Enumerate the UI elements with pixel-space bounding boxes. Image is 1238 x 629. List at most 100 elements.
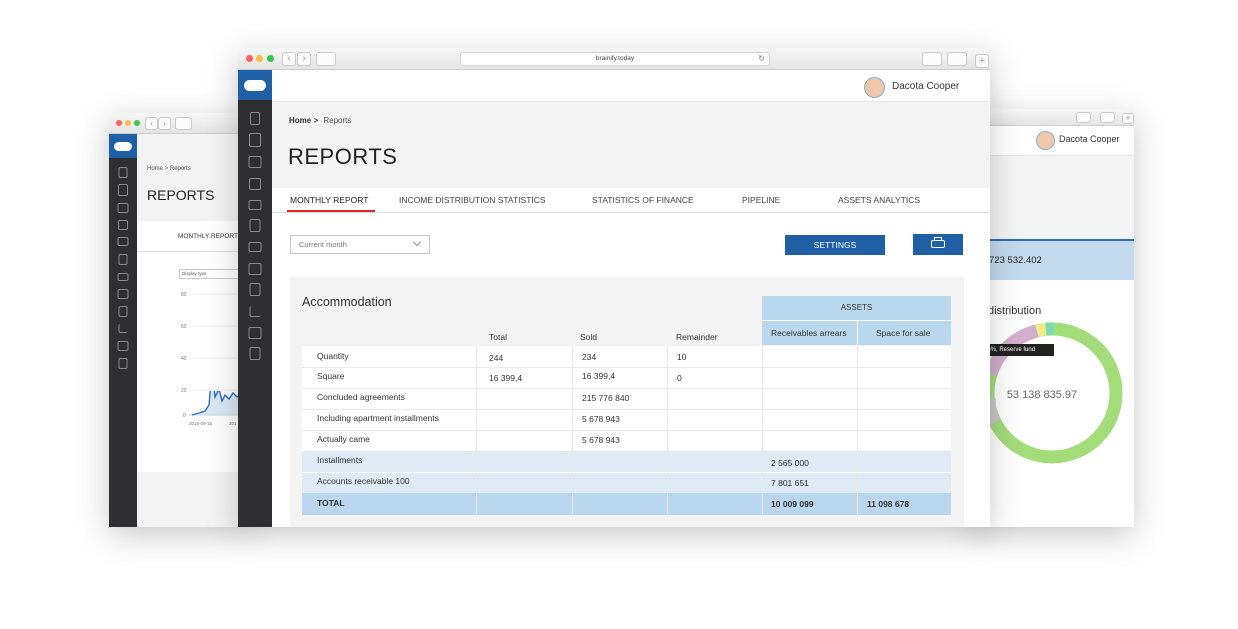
warehouse-icon[interactable]	[117, 341, 129, 351]
breadcrumb: Home > Reports	[147, 166, 191, 172]
main-content: Home > Reports REPORTS MONTHLY REPORT IN…	[272, 102, 990, 527]
cloud-logo-icon	[114, 142, 132, 151]
column-header-remainder: Remainder	[676, 332, 718, 342]
minimize-dot-icon[interactable]	[256, 55, 263, 62]
bank-icon[interactable]	[117, 289, 129, 299]
house-icon[interactable]	[118, 220, 128, 230]
settings-button-label: SETTINGS	[813, 240, 857, 250]
maximize-dot-icon[interactable]	[267, 55, 274, 62]
back-arrow-icon[interactable]: ‹	[145, 117, 158, 130]
cell-sold: 5 678 943	[582, 435, 620, 445]
left-content: Home > Reports REPORTS MONTHLY REPORT Di…	[137, 134, 249, 527]
maximize-dot-icon[interactable]	[134, 120, 140, 126]
total-space-for-sale: 11 098 678	[867, 499, 910, 509]
donut-center-value: 53 138 835.97	[1007, 389, 1077, 401]
tabs-icon[interactable]	[1100, 112, 1115, 123]
report-icon[interactable]	[249, 347, 261, 360]
column-divider	[476, 346, 477, 515]
page-title: REPORTS	[147, 187, 215, 203]
cell-sold: 16 399,4	[582, 371, 616, 381]
sidebar-toggle-icon[interactable]	[175, 117, 192, 130]
user-name[interactable]: Dacota Cooper	[892, 81, 959, 92]
building-icon[interactable]	[118, 184, 128, 196]
tab-monthly-report[interactable]: MONTHLY REPORT	[178, 233, 238, 240]
bank-icon[interactable]	[248, 263, 262, 275]
card-icon[interactable]	[117, 273, 129, 281]
right-content: 723 532.402 distribution 53 138 835.97 3…	[972, 156, 1134, 527]
share-icon[interactable]	[922, 52, 942, 66]
address-bar[interactable]: brainify.today ↻	[460, 52, 770, 66]
row-label: Actually came	[317, 434, 370, 444]
print-button[interactable]	[913, 234, 963, 255]
tab-pipeline[interactable]: PIPELINE	[742, 195, 780, 205]
row-label: Quantity	[317, 351, 349, 361]
minimize-dot-icon[interactable]	[125, 120, 131, 126]
back-arrow-icon[interactable]: ‹	[282, 52, 296, 66]
left-browser-window: ‹ › Home > Reports REPORTS MONTHLY REPOR…	[109, 113, 249, 527]
close-dot-icon[interactable]	[116, 120, 122, 126]
cell-total: 16 399,4	[489, 373, 523, 383]
file-icon[interactable]	[249, 283, 261, 296]
cell-total: 244	[489, 353, 504, 363]
handshake-icon[interactable]	[117, 237, 129, 246]
amount-value: 723 532.402	[989, 255, 1042, 266]
table-title: Accommodation	[302, 295, 392, 309]
avatar[interactable]	[864, 77, 885, 98]
avatar[interactable]	[1036, 131, 1055, 150]
tabs-icon[interactable]	[947, 52, 967, 66]
cell-sold: 5 678 943	[582, 414, 620, 424]
city-icon[interactable]	[248, 156, 262, 168]
active-tab-underline	[287, 210, 375, 212]
left-window-chrome: ‹ ›	[109, 113, 249, 134]
chart-icon[interactable]	[249, 306, 261, 317]
total-band	[302, 493, 951, 515]
building-icon[interactable]	[249, 133, 261, 147]
new-tab-icon[interactable]: +	[975, 54, 989, 68]
document-icon[interactable]	[118, 254, 128, 265]
tab-assets-analytics[interactable]: ASSETS ANALYTICS	[838, 195, 920, 205]
forward-arrow-icon[interactable]: ›	[297, 52, 311, 66]
sidebar-toggle-icon[interactable]	[316, 52, 336, 66]
tab-statistics-of-finance[interactable]: STATISTICS OF FINANCE	[592, 195, 694, 205]
line-chart: 80 60 40 20	[181, 292, 249, 394]
column-divider	[857, 346, 858, 515]
section-title: distribution	[988, 305, 1042, 317]
forward-arrow-icon[interactable]: ›	[158, 117, 171, 130]
main-header: Dacota Cooper	[272, 70, 990, 102]
user-icon[interactable]	[118, 167, 128, 178]
user-icon[interactable]	[250, 112, 260, 125]
cell-sold: 234	[582, 352, 597, 362]
assets-header-label: ASSETS	[840, 303, 873, 312]
right-browser-window: + Dacota Cooper 723 532.402 distribution…	[972, 109, 1134, 527]
share-icon[interactable]	[1076, 112, 1091, 123]
accounts-receivable-label: Accounts receivable 100	[317, 476, 410, 486]
document-icon[interactable]	[249, 219, 261, 232]
breadcrumb: Home > Reports	[289, 116, 351, 125]
breadcrumb-home[interactable]: Home >	[289, 116, 318, 125]
right-header: Dacota Cooper	[972, 126, 1134, 156]
card-icon[interactable]	[248, 242, 262, 252]
city-icon[interactable]	[117, 203, 129, 213]
tab-income-distribution-statistics[interactable]: INCOME DISTRIBUTION STATISTICS	[399, 195, 546, 205]
settings-button[interactable]: SETTINGS	[785, 235, 885, 255]
period-select[interactable]: Current month	[290, 235, 430, 254]
amount-band: 723 532.402	[972, 239, 1134, 282]
close-dot-icon[interactable]	[246, 55, 253, 62]
new-tab-icon[interactable]: +	[1122, 113, 1134, 124]
file-icon[interactable]	[118, 306, 128, 317]
chevron-down-icon	[412, 237, 422, 247]
tab-monthly-report[interactable]: MONTHLY REPORT	[290, 195, 368, 205]
row-divider	[302, 409, 951, 410]
column-header-sold: Sold	[580, 332, 598, 342]
user-name[interactable]: Dacota Cooper	[1059, 134, 1120, 144]
house-icon[interactable]	[249, 178, 261, 190]
chart-icon[interactable]	[118, 324, 128, 333]
report-icon[interactable]	[118, 358, 128, 369]
warehouse-icon[interactable]	[248, 327, 262, 339]
left-sidebar	[109, 134, 137, 527]
handshake-icon[interactable]	[248, 200, 262, 210]
cell-remainder: 10	[677, 352, 687, 362]
tooltip-text: 35%, Reserve fund	[984, 347, 1036, 353]
column-divider	[762, 346, 763, 515]
reload-icon[interactable]: ↻	[758, 53, 765, 65]
